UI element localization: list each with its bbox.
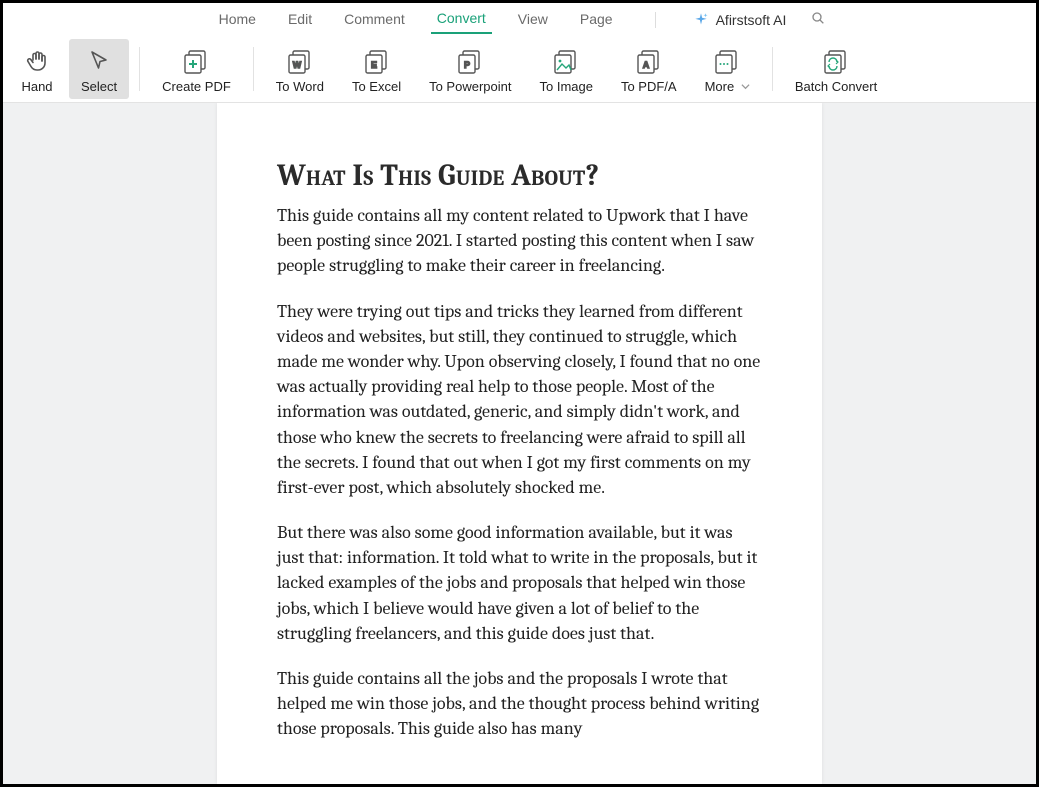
paragraph: They were trying out tips and tricks the… — [277, 299, 762, 501]
to-powerpoint-label: To Powerpoint — [429, 79, 511, 94]
to-image-icon — [552, 47, 580, 75]
paragraph: This guide contains all my content relat… — [277, 203, 762, 279]
chevron-down-icon — [741, 79, 750, 94]
svg-text:A: A — [643, 60, 650, 70]
ai-brand-label: Afirstsoft AI — [716, 12, 787, 28]
search-icon[interactable] — [810, 10, 826, 29]
toolbar-divider — [253, 47, 254, 91]
to-word-button[interactable]: W To Word — [264, 39, 336, 99]
menu-home[interactable]: Home — [213, 6, 262, 33]
toolbar-divider — [772, 47, 773, 91]
menu-convert[interactable]: Convert — [431, 5, 492, 34]
toolbar-divider — [139, 47, 140, 91]
to-image-label: To Image — [539, 79, 592, 94]
document-page[interactable]: What Is This Guide About? This guide con… — [217, 103, 822, 784]
more-button[interactable]: More — [693, 39, 762, 99]
to-word-label: To Word — [276, 79, 324, 94]
more-label: More — [705, 79, 750, 94]
paragraph: But there was also some good information… — [277, 520, 762, 646]
menu-items: Home Edit Comment Convert View Page Afir… — [213, 5, 827, 34]
sparkle-icon — [692, 11, 710, 29]
ai-brand[interactable]: Afirstsoft AI — [692, 11, 787, 29]
more-icon — [713, 47, 741, 75]
to-powerpoint-button[interactable]: P To Powerpoint — [417, 39, 523, 99]
menu-comment[interactable]: Comment — [338, 6, 411, 33]
paragraph: This guide contains all the jobs and the… — [277, 666, 762, 742]
svg-text:W: W — [293, 60, 302, 70]
create-pdf-button[interactable]: Create PDF — [150, 39, 243, 99]
page-heading: What Is This Guide About? — [277, 158, 762, 193]
batch-convert-button[interactable]: Batch Convert — [783, 39, 889, 99]
to-image-button[interactable]: To Image — [527, 39, 604, 99]
menubar-divider — [655, 12, 656, 28]
workspace[interactable]: What Is This Guide About? This guide con… — [3, 103, 1036, 784]
create-pdf-icon — [182, 47, 210, 75]
to-excel-icon: E — [363, 47, 391, 75]
hand-label: Hand — [21, 79, 52, 94]
to-excel-label: To Excel — [352, 79, 401, 94]
to-pdfa-button[interactable]: A To PDF/A — [609, 39, 689, 99]
to-powerpoint-icon: P — [456, 47, 484, 75]
menu-edit[interactable]: Edit — [282, 6, 318, 33]
hand-tool-button[interactable]: Hand — [9, 39, 65, 99]
to-excel-button[interactable]: E To Excel — [340, 39, 413, 99]
menu-view[interactable]: View — [512, 6, 554, 33]
to-pdfa-label: To PDF/A — [621, 79, 677, 94]
batch-convert-icon — [822, 47, 850, 75]
hand-icon — [25, 47, 49, 75]
create-pdf-label: Create PDF — [162, 79, 231, 94]
toolbar: Hand Select Create PDF W — [3, 36, 1036, 103]
to-pdfa-icon: A — [635, 47, 663, 75]
svg-text:P: P — [464, 60, 470, 70]
select-label: Select — [81, 79, 117, 94]
menu-page[interactable]: Page — [574, 6, 619, 33]
svg-text:E: E — [371, 60, 377, 70]
cursor-icon — [87, 47, 111, 75]
to-word-icon: W — [286, 47, 314, 75]
select-tool-button[interactable]: Select — [69, 39, 129, 99]
menubar: Home Edit Comment Convert View Page Afir… — [3, 3, 1036, 36]
batch-convert-label: Batch Convert — [795, 79, 877, 94]
more-text: More — [705, 79, 735, 94]
